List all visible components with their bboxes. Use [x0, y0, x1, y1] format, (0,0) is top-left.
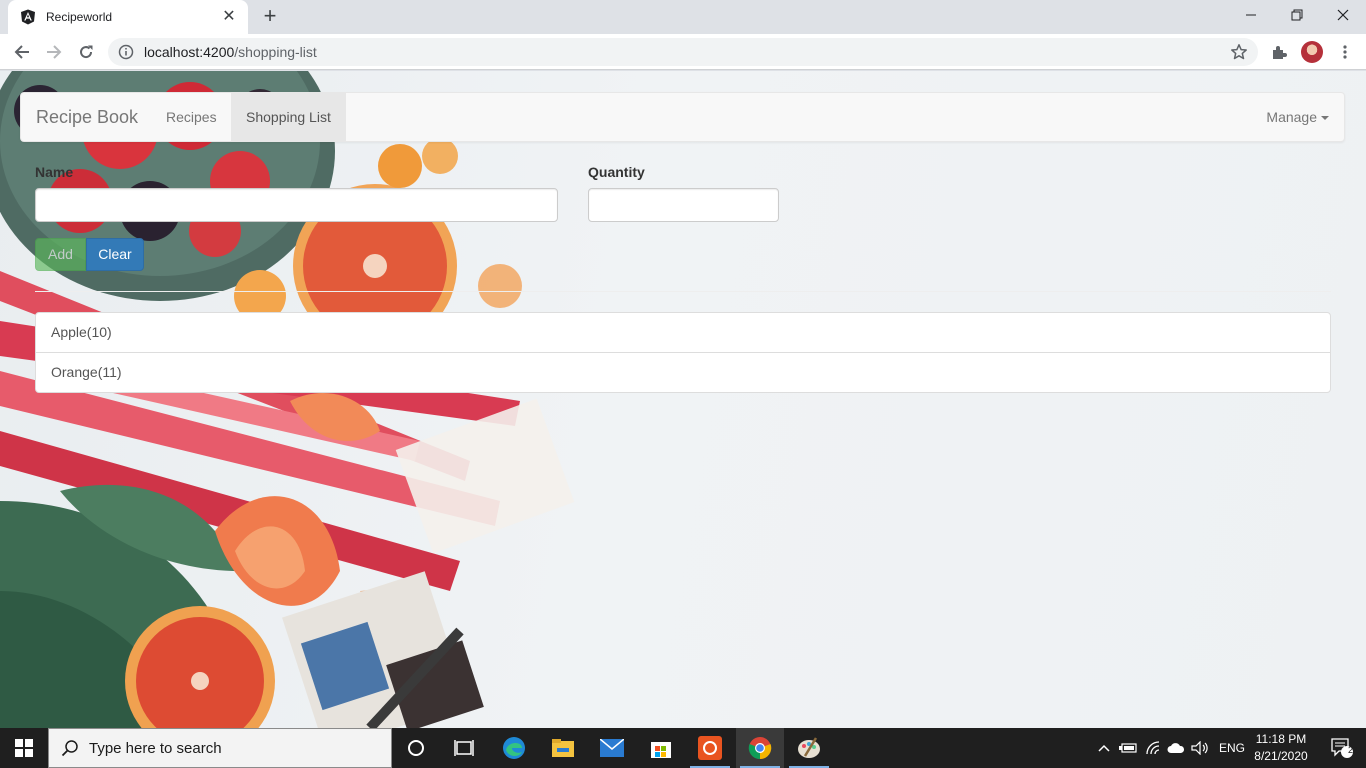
star-icon[interactable] [1230, 43, 1248, 61]
clock-date: 8/21/2020 [1254, 749, 1308, 763]
manage-dropdown[interactable]: Manage [1266, 93, 1329, 141]
ubuntu-icon [698, 736, 722, 760]
quantity-label: Quantity [588, 164, 645, 180]
close-window-button[interactable] [1320, 0, 1366, 30]
cortana-button[interactable] [392, 728, 440, 768]
windows-start-icon [15, 739, 33, 757]
taskbar-chrome[interactable] [736, 728, 784, 768]
task-view-icon [454, 740, 474, 756]
wifi-icon [1146, 741, 1160, 755]
clock[interactable]: 11:18 PM 8/21/2020 [1250, 731, 1312, 765]
clear-button[interactable]: Clear [86, 238, 144, 271]
new-tab-button[interactable]: + [258, 5, 282, 29]
angular-icon [21, 9, 35, 25]
menu-dots-icon [1343, 45, 1347, 59]
minimize-icon [1246, 14, 1256, 16]
start-button[interactable] [0, 728, 48, 768]
extensions-icon [1273, 46, 1287, 59]
tab-close-icon[interactable]: ✕ [220, 9, 238, 25]
close-icon [1337, 9, 1349, 21]
browser-menu-button[interactable] [1333, 40, 1357, 64]
search-placeholder: Type here to search [89, 739, 222, 757]
browser-toolbar: localhost:4200/shopping-list [0, 34, 1366, 70]
taskbar-store[interactable] [637, 728, 685, 768]
page-viewport: Recipe Book Recipes Shopping List Manage… [0, 71, 1366, 728]
restore-button[interactable] [1274, 0, 1320, 30]
paint-icon [798, 737, 820, 758]
taskbar-ubuntu[interactable] [686, 728, 734, 768]
brand-link[interactable]: Recipe Book [36, 93, 138, 141]
background-food-image [0, 71, 575, 728]
notification-count: 21 [1347, 745, 1358, 755]
onedrive-icon [1167, 743, 1185, 753]
address-bar[interactable]: localhost:4200/shopping-list [108, 38, 1258, 66]
cortana-icon [408, 740, 424, 756]
nav-recipes[interactable]: Recipes [151, 93, 232, 141]
tab-title: Recipeworld [46, 10, 113, 24]
add-button[interactable]: Add [35, 238, 86, 271]
app-navbar: Recipe Book Recipes Shopping List Manage [20, 92, 1345, 142]
nav-shopping-list[interactable]: Shopping List [231, 93, 346, 141]
list-item[interactable]: Apple(10) [35, 312, 1331, 353]
taskbar-paint[interactable] [785, 728, 833, 768]
name-label: Name [35, 164, 74, 180]
task-view-button[interactable] [440, 728, 488, 768]
info-icon[interactable] [118, 44, 134, 60]
store-icon [651, 742, 671, 758]
language-indicator[interactable]: ENG [1219, 741, 1245, 755]
forward-arrow-icon [47, 45, 62, 59]
minimize-button[interactable] [1228, 0, 1274, 30]
divider [35, 291, 1331, 292]
extensions-button[interactable] [1267, 40, 1291, 64]
back-arrow-icon [14, 45, 29, 59]
quantity-input[interactable] [588, 188, 779, 222]
taskbar-file-explorer[interactable] [539, 728, 587, 768]
reload-icon [80, 45, 93, 59]
url-path: /shopping-list [234, 44, 317, 60]
volume-tray[interactable] [1188, 728, 1212, 768]
browser-tab[interactable]: Recipeworld ✕ [8, 0, 248, 34]
show-hidden-icons[interactable] [1092, 728, 1116, 768]
reload-button[interactable] [74, 40, 98, 64]
chevron-up-icon [1098, 744, 1110, 752]
chrome-icon [748, 737, 772, 760]
caret-down-icon [1321, 116, 1329, 121]
file-explorer-icon [552, 739, 574, 757]
action-center-button[interactable]: 21 [1318, 728, 1366, 768]
taskbar-mail[interactable] [588, 728, 636, 768]
edge-icon [503, 737, 525, 759]
mail-icon [600, 739, 624, 757]
forward-button[interactable] [42, 40, 66, 64]
onedrive-tray[interactable] [1164, 728, 1188, 768]
browser-tabstrip: Recipeworld ✕ + [0, 0, 1366, 34]
shopping-list: Apple(10) Orange(11) [35, 312, 1331, 393]
profile-avatar[interactable] [1301, 41, 1323, 63]
list-item[interactable]: Orange(11) [35, 352, 1331, 393]
taskbar-edge[interactable] [490, 728, 538, 768]
battery-tray[interactable] [1116, 728, 1140, 768]
windows-taskbar: Type here to search ENG 11:18 PM 8/21/20… [0, 728, 1366, 768]
manage-label: Manage [1266, 109, 1317, 125]
search-icon [61, 740, 78, 757]
volume-icon [1191, 741, 1208, 755]
network-tray[interactable] [1142, 728, 1166, 768]
clock-time: 11:18 PM [1255, 732, 1307, 746]
back-button[interactable] [10, 40, 34, 64]
name-input[interactable] [35, 188, 558, 222]
url-host: localhost:4200 [144, 44, 235, 60]
restore-icon [1291, 9, 1303, 21]
url-text: localhost:4200/shopping-list [144, 44, 317, 60]
taskbar-search[interactable]: Type here to search [48, 728, 392, 768]
battery-icon [1119, 743, 1137, 753]
